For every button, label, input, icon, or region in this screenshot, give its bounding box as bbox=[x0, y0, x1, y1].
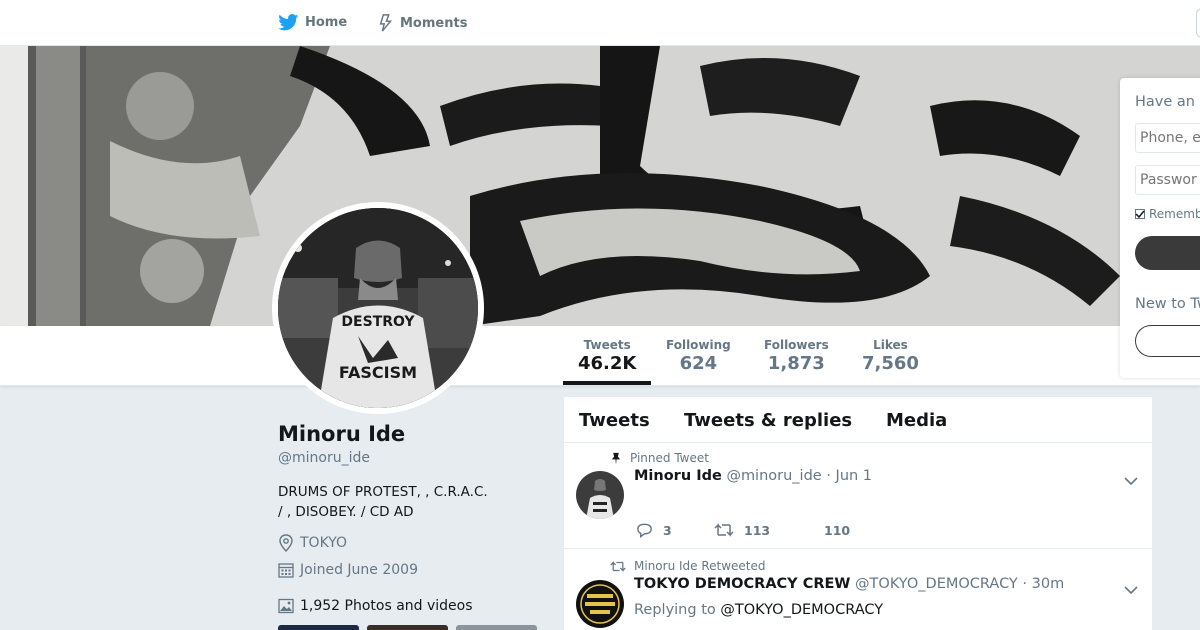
stat-followers-value: 1,873 bbox=[767, 353, 825, 374]
retweet-icon bbox=[714, 523, 734, 537]
pinned-label: Pinned Tweet bbox=[630, 451, 709, 465]
profile-stats-bar: Tweets 46.2K Following 624 Followers 1,8… bbox=[0, 326, 1200, 386]
stat-followers[interactable]: Followers 1,873 bbox=[764, 338, 829, 374]
lightning-icon bbox=[379, 14, 393, 32]
retweet-button[interactable]: 113 bbox=[714, 522, 824, 538]
tweet-menu-caret[interactable] bbox=[1124, 580, 1138, 599]
remember-checkbox[interactable] bbox=[1135, 209, 1145, 219]
svg-text:DESTROY: DESTROY bbox=[341, 314, 415, 330]
login-title: Have an a bbox=[1135, 94, 1200, 110]
stat-following-value: 624 bbox=[679, 353, 718, 374]
tab-tweets[interactable]: Tweets bbox=[579, 410, 650, 431]
tab-media[interactable]: Media bbox=[886, 410, 947, 431]
photos-text: 1,952 Photos and videos bbox=[300, 598, 473, 614]
nav-moments[interactable]: Moments bbox=[378, 14, 467, 32]
bio-line-2: / , DISOBEY. / CD AD bbox=[278, 504, 414, 520]
location-text: TOKYO bbox=[300, 535, 348, 551]
photo-icon bbox=[278, 598, 294, 614]
stat-following-label: Following bbox=[666, 338, 731, 352]
pinned-context: Pinned Tweet bbox=[610, 451, 709, 465]
reply-icon bbox=[637, 523, 652, 538]
tweet-menu-caret[interactable] bbox=[1124, 471, 1138, 490]
stat-following[interactable]: Following 624 bbox=[666, 338, 731, 374]
tweet[interactable]: Pinned Tweet Minoru Ide @minoru_ide · Ju… bbox=[564, 443, 1152, 549]
media-thumbnail[interactable] bbox=[367, 625, 448, 630]
tweet-avatar[interactable] bbox=[576, 471, 624, 519]
media-thumbnail[interactable] bbox=[278, 625, 359, 630]
stat-tweets-value: 46.2K bbox=[578, 353, 637, 374]
tweet-actions: 3 113 110 bbox=[636, 522, 850, 538]
stat-likes-value: 7,560 bbox=[862, 353, 919, 374]
stat-tweets-label: Tweets bbox=[583, 338, 631, 352]
profile-bio: DRUMS OF PROTEST, , C.R.A.C. / , DISOBEY… bbox=[278, 482, 538, 522]
timeline-tabs: Tweets Tweets & replies Media bbox=[564, 397, 1152, 443]
retweeted-label: Minoru Ide Retweeted bbox=[634, 559, 766, 573]
tweet-header: Minoru Ide @minoru_ide · Jun 1 bbox=[634, 468, 872, 484]
profile-location: TOKYO bbox=[278, 534, 347, 552]
tweet-author-name[interactable]: Minoru Ide bbox=[634, 468, 722, 484]
replying-to-prefix: Replying to bbox=[634, 602, 716, 618]
profile-name[interactable]: Minoru Ide bbox=[278, 422, 405, 446]
pin-icon bbox=[611, 452, 621, 465]
remember-label: Rememb bbox=[1149, 207, 1200, 221]
tweet-timestamp[interactable]: Jun 1 bbox=[836, 468, 873, 484]
signup-button[interactable] bbox=[1135, 325, 1200, 357]
joined-text: Joined June 2009 bbox=[300, 562, 418, 578]
like-button[interactable]: 110 bbox=[824, 522, 850, 538]
retweet-icon bbox=[610, 560, 626, 572]
bio-line-1: DRUMS OF PROTEST, , C.R.A.C. bbox=[278, 484, 488, 500]
profile-joined: Joined June 2009 bbox=[278, 562, 418, 578]
remember-me[interactable]: Rememb bbox=[1135, 207, 1200, 221]
tweet-avatar[interactable] bbox=[576, 580, 624, 628]
avatar-image: DESTROY FASCISM bbox=[278, 208, 478, 408]
tweet[interactable]: Minoru Ide Retweeted TOKYO DEMOCRACY CRE… bbox=[564, 550, 1152, 630]
like-count: 110 bbox=[824, 522, 851, 538]
tweet-author-handle[interactable]: @minoru_ide bbox=[726, 468, 821, 484]
nav-home-label: Home bbox=[305, 15, 348, 30]
retweet-context: Minoru Ide Retweeted bbox=[610, 559, 766, 573]
checkmark-icon bbox=[1135, 210, 1145, 219]
active-stat-underline bbox=[563, 381, 651, 385]
login-panel: Have an a Rememb New to Tw bbox=[1120, 78, 1200, 378]
calendar-icon bbox=[278, 563, 294, 578]
stat-likes[interactable]: Likes 7,560 bbox=[862, 338, 919, 374]
timeline: Tweets Tweets & replies Media Pinned Twe… bbox=[564, 397, 1152, 630]
phone-email-input[interactable] bbox=[1135, 123, 1200, 153]
photos-videos-link[interactable]: 1,952 Photos and videos bbox=[278, 598, 473, 614]
chevron-down-icon bbox=[1124, 586, 1138, 595]
tweet-author-name[interactable]: TOKYO DEMOCRACY CREW bbox=[634, 576, 850, 592]
location-pin-icon bbox=[279, 534, 293, 552]
nav-moments-label: Moments bbox=[400, 15, 468, 31]
profile-banner bbox=[0, 46, 1200, 326]
tweet-separator: · bbox=[826, 468, 831, 484]
top-nav: Home Moments bbox=[0, 0, 1200, 46]
tweet-timestamp[interactable]: 30m bbox=[1032, 576, 1065, 592]
stat-followers-label: Followers bbox=[764, 338, 829, 352]
chevron-down-icon bbox=[1124, 477, 1138, 486]
retweet-count: 113 bbox=[744, 522, 771, 538]
media-thumbnail[interactable] bbox=[456, 625, 537, 630]
profile-handle[interactable]: @minoru_ide bbox=[278, 450, 370, 466]
replying-to-link[interactable]: @TOKYO_DEMOCRACY bbox=[720, 602, 883, 618]
new-to-twitter: New to Tw bbox=[1135, 296, 1200, 312]
tweet-author-handle[interactable]: @TOKYO_DEMOCRACY bbox=[855, 576, 1018, 592]
bird-icon bbox=[278, 14, 299, 31]
stat-tweets[interactable]: Tweets 46.2K bbox=[578, 338, 636, 374]
tab-tweets-replies[interactable]: Tweets & replies bbox=[684, 410, 852, 431]
reply-count: 3 bbox=[663, 522, 672, 538]
replying-to-line: Replying to @TOKYO_DEMOCRACY bbox=[634, 602, 883, 618]
banner-image bbox=[0, 46, 1200, 326]
password-input[interactable] bbox=[1135, 165, 1200, 195]
svg-text:FASCISM: FASCISM bbox=[339, 363, 417, 382]
profile-avatar[interactable]: DESTROY FASCISM bbox=[272, 202, 484, 414]
search-box-edge[interactable] bbox=[1196, 8, 1200, 38]
avatar-image bbox=[576, 580, 624, 628]
nav-home[interactable]: Home bbox=[278, 14, 347, 31]
reply-button[interactable]: 3 bbox=[636, 522, 714, 538]
login-button[interactable] bbox=[1135, 236, 1200, 270]
tweet-header: TOKYO DEMOCRACY CREW @TOKYO_DEMOCRACY · … bbox=[634, 576, 1064, 592]
avatar-image bbox=[576, 471, 624, 519]
tweet-separator: · bbox=[1022, 576, 1028, 592]
stat-likes-label: Likes bbox=[873, 338, 908, 352]
